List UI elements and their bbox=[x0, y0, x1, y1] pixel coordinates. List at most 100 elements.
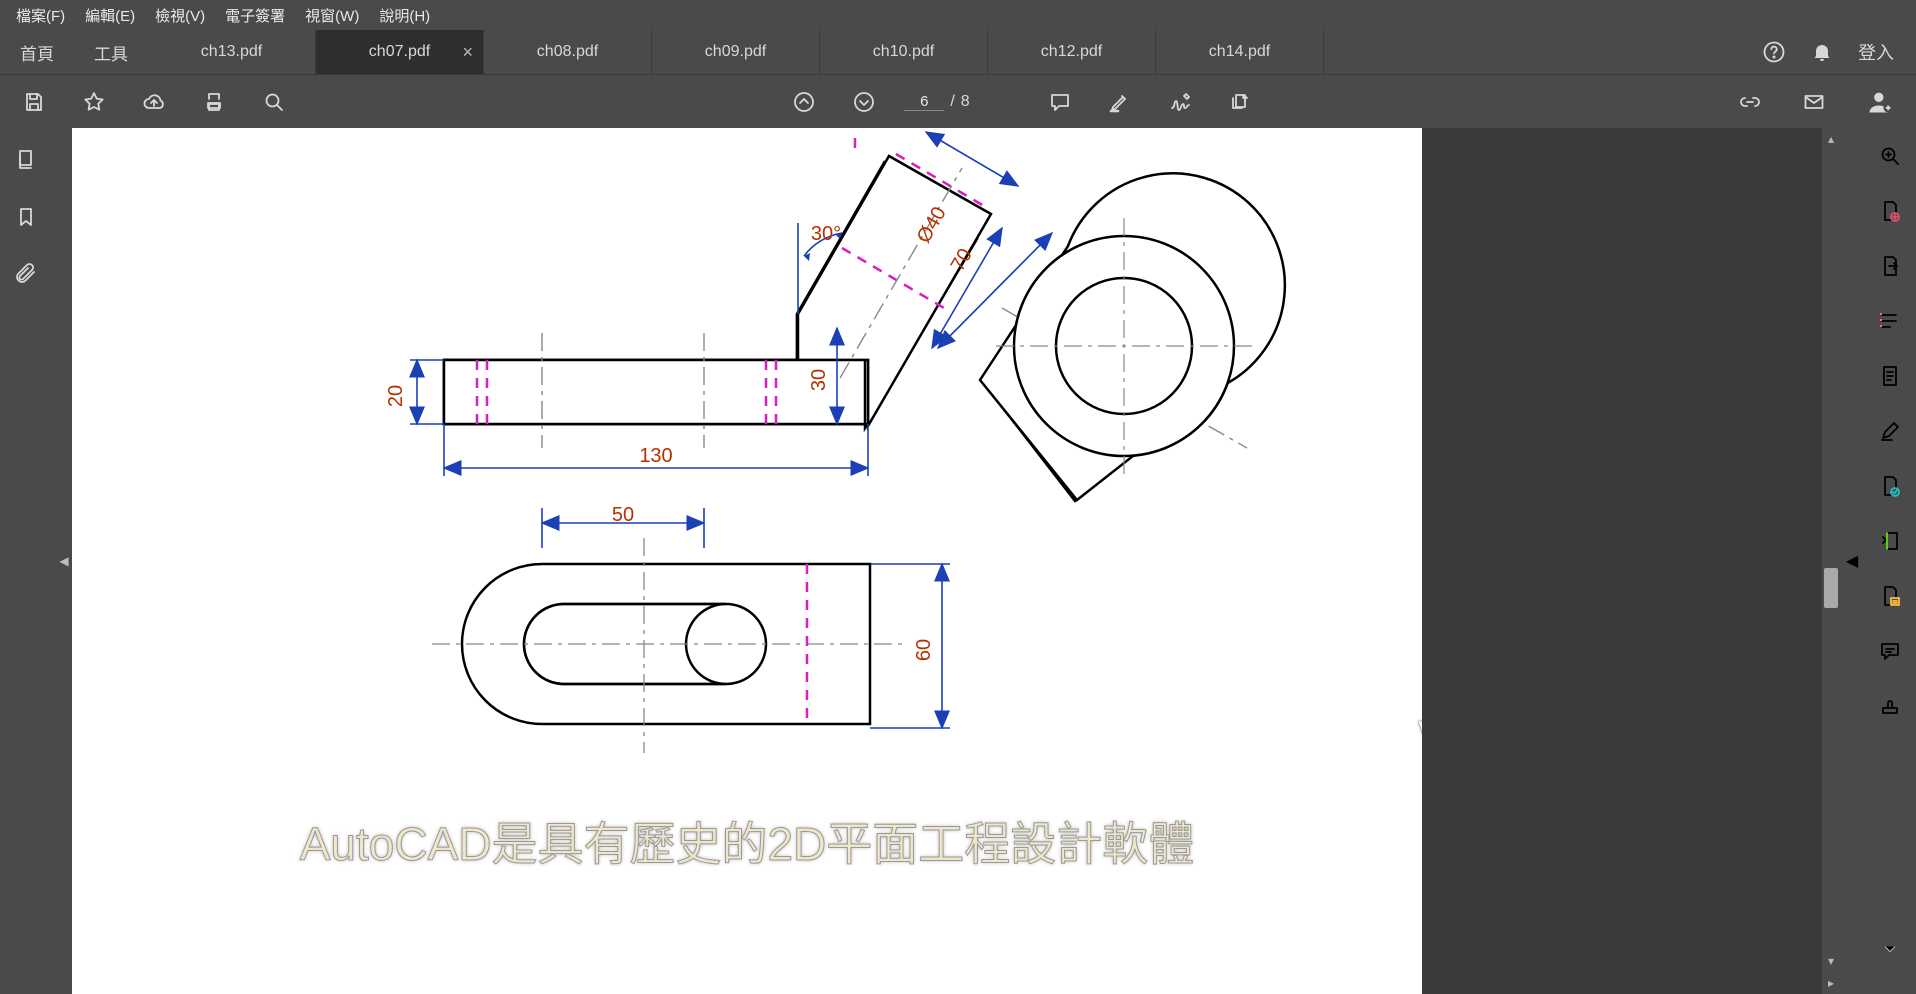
scroll-right-button[interactable]: ▸ bbox=[1822, 976, 1840, 990]
login-button[interactable]: 登入 bbox=[1858, 39, 1894, 65]
arrow-down-circle-icon bbox=[852, 90, 876, 114]
notifications-button[interactable] bbox=[1810, 40, 1834, 64]
doc-tab-ch09[interactable]: ch09.pdf bbox=[652, 30, 820, 74]
edit-pdf-button[interactable] bbox=[1878, 309, 1902, 338]
sign-button[interactable] bbox=[1160, 82, 1200, 122]
create-pdf-button[interactable] bbox=[1878, 199, 1902, 228]
export-pdf-button[interactable] bbox=[1878, 254, 1902, 283]
print-button[interactable] bbox=[194, 82, 234, 122]
email-button[interactable] bbox=[1794, 82, 1834, 122]
link-icon bbox=[1738, 90, 1762, 114]
tab-label: ch09.pdf bbox=[705, 43, 766, 61]
dim-angle: 30° bbox=[811, 223, 841, 245]
pdf-create-icon bbox=[1878, 199, 1902, 223]
save-button[interactable] bbox=[14, 82, 54, 122]
more-tools-button[interactable] bbox=[1880, 939, 1900, 964]
doc-tab-ch08[interactable]: ch08.pdf bbox=[484, 30, 652, 74]
compress-button[interactable] bbox=[1878, 529, 1902, 558]
cloud-upload-button[interactable] bbox=[134, 82, 174, 122]
next-panel-collapse[interactable]: ◀ bbox=[1840, 128, 1864, 994]
doc-tab-ch13[interactable]: ch13.pdf bbox=[148, 30, 316, 74]
pdf-check-icon bbox=[1878, 474, 1902, 498]
save-icon bbox=[22, 90, 46, 114]
cloud-upload-icon bbox=[142, 90, 166, 114]
dim-20: 20 bbox=[385, 385, 407, 407]
triangle-left-icon: ◀ bbox=[1846, 551, 1858, 571]
rotate-right-icon bbox=[1228, 90, 1252, 114]
technical-drawing: 20 30 130 70 Ø40 30° 50 40 60 bbox=[72, 128, 1422, 994]
edit-list-icon bbox=[1878, 309, 1902, 333]
chevron-down-icon bbox=[1880, 939, 1900, 959]
scroll-down-button[interactable]: ▾ bbox=[1822, 954, 1840, 968]
workspace: ◀ bbox=[0, 128, 1916, 994]
menu-view[interactable]: 檢視(V) bbox=[145, 1, 215, 30]
bell-icon bbox=[1810, 40, 1834, 64]
scroll-up-button[interactable]: ▴ bbox=[1822, 132, 1840, 146]
tab-label: ch14.pdf bbox=[1209, 43, 1270, 61]
page-sep: / bbox=[950, 93, 954, 111]
page-up-button[interactable] bbox=[784, 82, 824, 122]
convert-pdf-button[interactable] bbox=[1878, 474, 1902, 503]
tab-label: ch12.pdf bbox=[1041, 43, 1102, 61]
menu-esign[interactable]: 電子簽署 bbox=[215, 1, 295, 30]
doc-tab-ch07[interactable]: ch07.pdf × bbox=[316, 30, 484, 74]
menu-file[interactable]: 檔案(F) bbox=[6, 1, 75, 30]
mail-icon bbox=[1802, 90, 1826, 114]
bookmark-button[interactable] bbox=[14, 205, 38, 234]
tab-label: ch07.pdf bbox=[369, 43, 430, 61]
protect-button[interactable] bbox=[1878, 584, 1902, 613]
right-rail bbox=[1864, 128, 1916, 994]
scroll-thumb[interactable] bbox=[1824, 568, 1838, 608]
dim-60: 60 bbox=[913, 639, 935, 661]
page-down-button[interactable] bbox=[844, 82, 884, 122]
paperclip-icon bbox=[14, 262, 38, 286]
tab-label: ch13.pdf bbox=[201, 43, 262, 61]
pdf-note-icon bbox=[1878, 584, 1902, 608]
menu-window[interactable]: 視窗(W) bbox=[295, 1, 369, 30]
vertical-scrollbar[interactable]: ▴ ▾ ▸ bbox=[1822, 128, 1840, 994]
stamp-icon bbox=[1878, 694, 1902, 718]
dim-50: 50 bbox=[612, 504, 634, 526]
organize-button[interactable] bbox=[1878, 364, 1902, 393]
print-icon bbox=[202, 90, 226, 114]
page-indicator: / 8 bbox=[904, 93, 969, 111]
comment-button[interactable] bbox=[1040, 82, 1080, 122]
page-viewport[interactable]: 20 30 130 70 Ø40 30° 50 40 60 bbox=[76, 128, 1822, 994]
signature-icon bbox=[1168, 90, 1192, 114]
zoom-tool-button[interactable] bbox=[1878, 144, 1902, 173]
page-current-input[interactable] bbox=[904, 93, 944, 111]
bookmark-icon bbox=[14, 205, 38, 229]
thumbnails-icon bbox=[14, 148, 38, 172]
triangle-left-icon: ◀ bbox=[59, 554, 68, 568]
menu-bar: 檔案(F) 編輯(E) 檢視(V) 電子簽署 視窗(W) 說明(H) bbox=[0, 0, 1916, 30]
share-person-button[interactable] bbox=[1858, 80, 1902, 124]
help-button[interactable] bbox=[1762, 40, 1786, 64]
tab-close-icon[interactable]: × bbox=[462, 42, 473, 63]
tab-label: ch08.pdf bbox=[537, 43, 598, 61]
attachment-button[interactable] bbox=[14, 262, 38, 291]
nav-tools[interactable]: 工具 bbox=[74, 30, 148, 74]
nav-home[interactable]: 首頁 bbox=[0, 30, 74, 74]
tab-label: ch10.pdf bbox=[873, 43, 934, 61]
menu-help[interactable]: 說明(H) bbox=[369, 1, 440, 30]
zoom-find-button[interactable] bbox=[254, 82, 294, 122]
magnifier-icon bbox=[262, 90, 286, 114]
highlight-button[interactable] bbox=[1100, 82, 1140, 122]
doc-tab-ch10[interactable]: ch10.pdf bbox=[820, 30, 988, 74]
sign-tool-button[interactable] bbox=[1878, 419, 1902, 448]
toolbar: / 8 bbox=[0, 74, 1916, 128]
compress-icon bbox=[1878, 529, 1902, 553]
rotate-button[interactable] bbox=[1220, 82, 1260, 122]
comment-tool-button[interactable] bbox=[1878, 639, 1902, 668]
doc-tab-ch14[interactable]: ch14.pdf bbox=[1156, 30, 1324, 74]
speech-icon bbox=[1878, 639, 1902, 663]
pdf-export-icon bbox=[1878, 254, 1902, 278]
menu-edit[interactable]: 編輯(E) bbox=[75, 1, 145, 30]
stamp-button[interactable] bbox=[1878, 694, 1902, 723]
link-button[interactable] bbox=[1730, 82, 1770, 122]
thumbnails-button[interactable] bbox=[14, 148, 38, 177]
highlight-pen-icon bbox=[1108, 90, 1132, 114]
person-plus-icon bbox=[1866, 88, 1894, 116]
star-button[interactable] bbox=[74, 82, 114, 122]
doc-tab-ch12[interactable]: ch12.pdf bbox=[988, 30, 1156, 74]
